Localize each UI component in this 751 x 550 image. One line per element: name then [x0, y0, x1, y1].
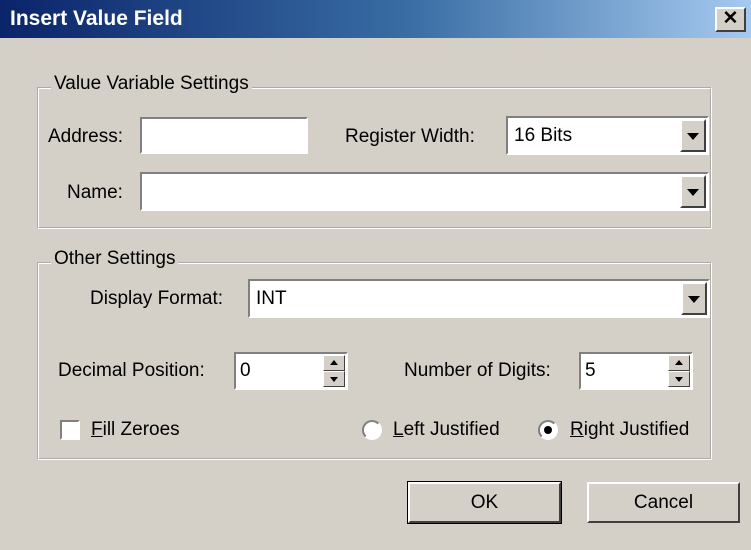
right-justified-label[interactable]: Right Justified — [570, 419, 689, 441]
left-justified-radio[interactable] — [362, 420, 382, 440]
number-of-digits-value: 5 — [585, 360, 596, 381]
spin-down-icon[interactable] — [668, 371, 690, 387]
decimal-position-value: 0 — [240, 360, 251, 381]
value-variable-settings-legend: Value Variable Settings — [51, 73, 252, 95]
spin-down-icon[interactable] — [323, 371, 345, 387]
chevron-down-icon[interactable] — [680, 175, 706, 208]
left-justified-accel: L — [393, 419, 404, 440]
spin-up-icon[interactable] — [323, 355, 345, 371]
fill-zeroes-accel: F — [91, 419, 103, 440]
register-width-label: Register Width: — [345, 126, 475, 147]
number-of-digits-spinner — [668, 355, 690, 387]
display-format-label: Display Format: — [90, 288, 224, 309]
right-justified-label-text: ight Justified — [583, 419, 690, 440]
close-icon[interactable]: ✕ — [715, 7, 746, 32]
ok-button[interactable]: OK — [407, 481, 562, 524]
fill-zeroes-label-text: ill Zeroes — [102, 419, 180, 440]
ok-button-label: OK — [470, 492, 499, 513]
fill-zeroes-checkbox[interactable] — [60, 420, 80, 440]
register-width-value: 16 Bits — [514, 124, 573, 146]
address-input[interactable] — [140, 117, 308, 154]
number-of-digits-stepper[interactable]: 5 — [579, 352, 693, 390]
number-of-digits-label: Number of Digits: — [404, 360, 551, 381]
left-justified-label[interactable]: Left Justified — [393, 419, 500, 441]
left-justified-label-text: eft Justified — [403, 419, 500, 440]
cancel-button-label: Cancel — [633, 492, 694, 513]
decimal-position-label: Decimal Position: — [58, 360, 205, 381]
register-width-select[interactable]: 16 Bits — [506, 116, 709, 155]
other-settings-legend: Other Settings — [51, 248, 179, 270]
chevron-down-icon[interactable] — [681, 282, 707, 315]
display-format-value: INT — [256, 287, 287, 309]
right-justified-accel: R — [570, 419, 584, 440]
decimal-position-stepper[interactable]: 0 — [234, 352, 348, 390]
right-justified-radio[interactable] — [538, 420, 558, 440]
chevron-down-icon[interactable] — [680, 119, 706, 152]
window-title: Insert Value Field — [10, 7, 183, 30]
name-select[interactable] — [140, 172, 709, 211]
fill-zeroes-label[interactable]: Fill Zeroes — [91, 419, 180, 441]
address-label: Address: — [48, 126, 123, 147]
display-format-select[interactable]: INT — [248, 279, 710, 318]
title-bar[interactable]: Insert Value Field ✕ — [0, 0, 751, 38]
spin-up-icon[interactable] — [668, 355, 690, 371]
name-label: Name: — [67, 182, 123, 203]
decimal-position-spinner — [323, 355, 345, 387]
cancel-button[interactable]: Cancel — [587, 482, 740, 523]
